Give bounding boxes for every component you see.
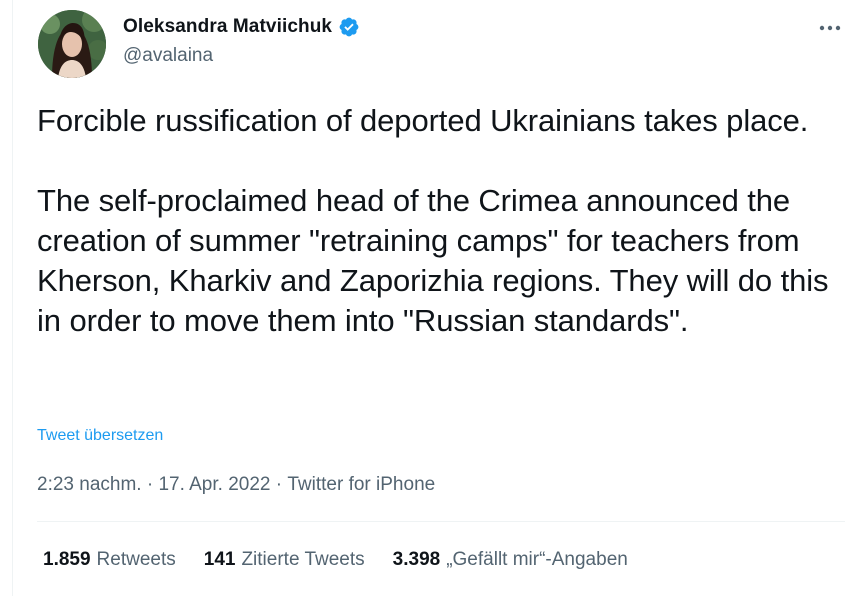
timeline-border: [12, 0, 13, 596]
tweet-stats: 1.859 Retweets 141 Zitierte Tweets 3.398…: [43, 549, 628, 571]
verified-badge-icon: [338, 16, 360, 38]
meta-separator: ·: [141, 474, 159, 495]
retweets-count: 1.859: [43, 549, 91, 570]
author-avatar[interactable]: [38, 10, 106, 78]
tweet-text: Forcible russification of deported Ukrai…: [37, 103, 829, 338]
likes-stat[interactable]: 3.398 „Gefällt mir“-Angaben: [393, 549, 628, 571]
tweet-source[interactable]: Twitter for iPhone: [287, 474, 435, 496]
more-options-icon[interactable]: [814, 14, 846, 42]
quote-tweets-count: 141: [203, 549, 236, 570]
meta-separator: ·: [270, 474, 288, 495]
tweet-date[interactable]: 17. Apr. 2022: [158, 474, 270, 496]
tweet-metadata: 2:23 nachm. · 17. Apr. 2022 · Twitter fo…: [37, 474, 435, 496]
quote-tweets-label: Zitierte Tweets: [241, 549, 365, 570]
retweets-stat[interactable]: 1.859 Retweets: [43, 549, 176, 571]
author-handle[interactable]: @avalaina: [123, 45, 213, 67]
tweet-time[interactable]: 2:23 nachm.: [37, 474, 142, 496]
likes-label: „Gefällt mir“-Angaben: [446, 549, 628, 570]
stats-divider: [37, 521, 845, 522]
likes-count: 3.398: [392, 549, 441, 570]
author-display-name[interactable]: Oleksandra Matviichuk: [123, 16, 332, 38]
author-name-row: Oleksandra Matviichuk: [123, 16, 360, 38]
translate-tweet-link[interactable]: Tweet übersetzen: [37, 427, 163, 445]
retweets-label: Retweets: [96, 549, 176, 570]
quote-tweets-stat[interactable]: 141 Zitierte Tweets: [204, 549, 365, 571]
